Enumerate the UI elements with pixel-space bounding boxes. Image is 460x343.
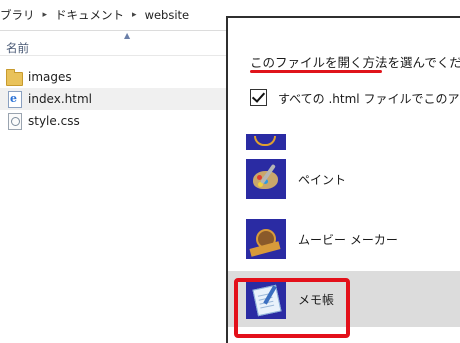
column-header-label: 名前 [6,41,29,55]
folder-icon [6,69,23,86]
app-label: ムービー メーカー [298,232,398,247]
app-item-paint[interactable]: ペイント [228,151,460,207]
dialog-title: このファイルを開く方法を選んでくださ [250,55,460,70]
sort-ascending-icon: ▲ [124,31,131,40]
file-row-style-css[interactable]: style.css [0,110,226,132]
html-file-icon: e [6,91,22,108]
chevron-right-icon[interactable]: ▸ [43,10,48,20]
file-name: index.html [28,92,92,106]
app-label: ペイント [298,172,347,187]
always-use-checkbox[interactable] [250,89,267,106]
breadcrumb-item-documents[interactable]: ドキュメント [55,7,124,23]
css-file-icon [6,113,22,130]
movie-maker-icon [246,219,286,259]
annotation-underline [250,70,382,73]
file-row-images[interactable]: images [0,66,226,88]
chevron-right-icon[interactable]: ▸ [132,10,137,20]
column-header-name[interactable]: 名前 ▲ [0,31,226,56]
file-name: images [28,70,72,84]
file-name: style.css [28,114,80,128]
file-row-index-html[interactable]: e index.html [0,88,226,110]
always-use-checkbox-label[interactable]: すべての .html ファイルでこのアプ [278,90,460,107]
partial-app-icon[interactable] [246,134,286,150]
breadcrumb-item-library[interactable]: ブラリ [0,7,35,23]
breadcrumb-item-website[interactable]: website [145,8,190,22]
app-item-movie-maker[interactable]: ムービー メーカー [228,211,460,267]
paint-icon [246,159,286,199]
annotation-highlight-box [234,278,350,338]
